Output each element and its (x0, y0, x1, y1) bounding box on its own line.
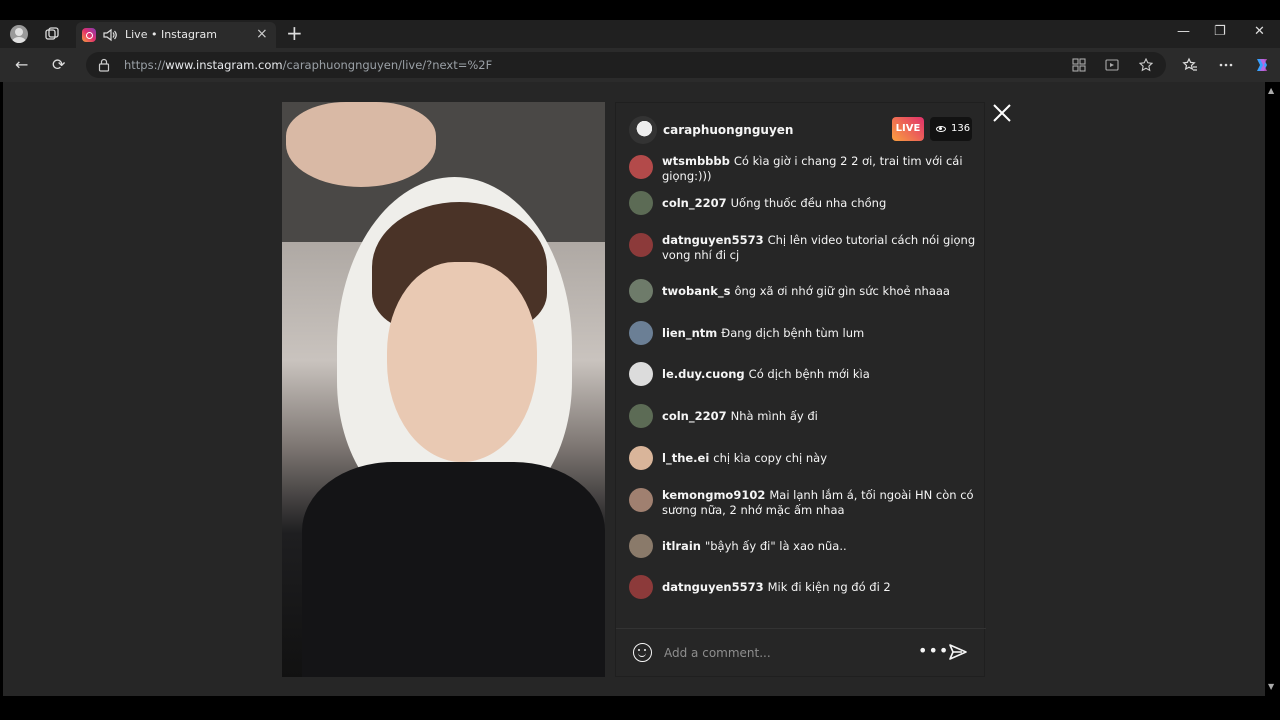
workspaces-icon[interactable] (44, 26, 60, 42)
comment-text: "bậyh ấy đi" là xao nũa.. (704, 539, 847, 553)
live-badge: LIVE (892, 117, 924, 141)
comment-username[interactable]: itlrain (662, 539, 701, 553)
comment-username[interactable]: le.duy.cuong (662, 367, 745, 381)
comment-text: Mik đi kiện ng đó đi 2 (767, 580, 891, 594)
more-options-icon[interactable] (1218, 57, 1234, 73)
more-options-icon[interactable]: ••• (918, 641, 949, 660)
url-text[interactable]: https://www.instagram.com/caraphuongnguy… (124, 58, 492, 72)
reload-button[interactable]: ⟳ (52, 55, 65, 74)
comment-input[interactable] (664, 641, 904, 665)
lock-icon[interactable] (98, 58, 110, 72)
browser-window: Live • Instagram × + — ❐ ✕ ← ⟳ https://w… (0, 0, 1280, 720)
comment-avatar[interactable] (629, 534, 653, 558)
browser-toolbar: ← ⟳ https://www.instagram.com/caraphuong… (0, 48, 1280, 82)
comment-username[interactable]: datnguyen5573 (662, 233, 764, 247)
comment-username[interactable]: coln_2207 (662, 196, 727, 210)
tab-instagram-live[interactable]: Live • Instagram × (76, 22, 276, 48)
back-button[interactable]: ← (15, 55, 28, 74)
comment-avatar[interactable] (629, 321, 653, 345)
comment-username[interactable]: l_the.ei (662, 451, 709, 465)
comment-username[interactable]: coln_2207 (662, 409, 727, 423)
page-scrollbar[interactable]: ▲ ▼ (1265, 82, 1280, 696)
comment-text: Uống thuốc đều nha chồng (730, 196, 887, 210)
comment-text: Nhà mình ấy đi (730, 409, 818, 423)
live-video-stream[interactable] (282, 102, 605, 677)
new-tab-button[interactable]: + (286, 22, 303, 44)
viewer-count-badge: 136 (930, 117, 972, 141)
comment-avatar[interactable] (629, 575, 653, 599)
comment-avatar[interactable] (629, 488, 653, 512)
tab-title: Live • Instagram (125, 28, 217, 41)
live-chat-panel: caraphuongnguyen LIVE 136 wtsmbbbb Có kìa… (615, 102, 986, 677)
host-username[interactable]: caraphuongnguyen (663, 123, 793, 137)
comments-list[interactable]: wtsmbbbb Có kìa giờ i chang 2 2 ơi, trai … (616, 155, 986, 623)
favorite-star-icon[interactable] (1139, 58, 1153, 72)
comment-avatar[interactable] (629, 233, 653, 257)
instagram-icon (82, 28, 96, 42)
restore-button[interactable]: ❐ (1214, 24, 1226, 39)
minimize-button[interactable]: — (1177, 24, 1190, 39)
send-icon[interactable] (948, 642, 968, 662)
favorites-icon[interactable] (1182, 57, 1198, 73)
apps-icon[interactable] (1072, 58, 1086, 72)
comment-avatar[interactable] (629, 362, 653, 386)
comment-composer: ••• (616, 628, 986, 676)
host-avatar[interactable] (629, 116, 657, 144)
profile-avatar-icon[interactable] (10, 25, 28, 43)
comment-username[interactable]: lien_ntm (662, 326, 717, 340)
address-bar[interactable]: https://www.instagram.com/caraphuongnguy… (86, 52, 1166, 78)
comment-username[interactable]: twobank_s (662, 284, 730, 298)
comment-text: Đang dịch bệnh tùm lum (721, 326, 865, 340)
emoji-icon[interactable] (633, 643, 652, 662)
comment-username[interactable]: wtsmbbbb (662, 155, 730, 168)
tab-strip: Live • Instagram × + — ❐ ✕ (0, 20, 1280, 48)
comment-avatar[interactable] (629, 404, 653, 428)
comment-avatar[interactable] (629, 279, 653, 303)
scroll-up-icon[interactable]: ▲ (1268, 86, 1274, 95)
comment-text: Có dịch bệnh mới kìa (748, 367, 870, 381)
comment-username[interactable]: kemongmo9102 (662, 488, 765, 502)
viewer-count: 136 (951, 123, 971, 134)
instagram-live-page: caraphuongnguyen LIVE 136 wtsmbbbb Có kìa… (3, 82, 1265, 696)
comment-text: ông xã ơi nhớ giữ gìn sức khoẻ nhaaa (734, 284, 950, 298)
comment-avatar[interactable] (629, 191, 653, 215)
scroll-down-icon[interactable]: ▼ (1268, 682, 1274, 691)
comment-avatar[interactable] (629, 446, 653, 470)
comment-text: chị kìa copy chị này (713, 451, 828, 465)
read-aloud-icon[interactable] (1105, 58, 1119, 72)
comment-username[interactable]: datnguyen5573 (662, 580, 764, 594)
tab-close-icon[interactable]: × (256, 26, 268, 42)
close-icon[interactable] (991, 102, 1013, 124)
copilot-icon[interactable] (1253, 56, 1271, 74)
comment-avatar[interactable] (629, 155, 653, 179)
speaker-icon[interactable] (102, 27, 118, 43)
close-window-button[interactable]: ✕ (1254, 24, 1265, 39)
eye-icon (936, 126, 946, 132)
